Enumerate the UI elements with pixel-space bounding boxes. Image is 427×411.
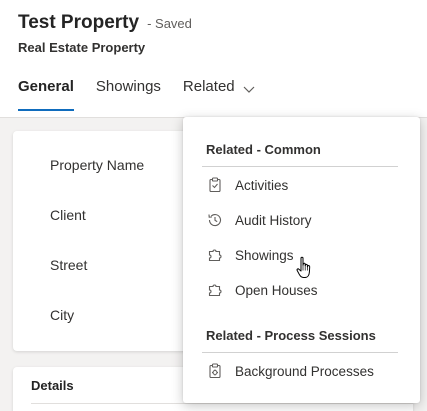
menu-divider: [202, 352, 398, 353]
menu-item-label: Open Houses: [235, 282, 318, 298]
tab-showings-label: Showings: [95, 78, 161, 95]
tab-showings[interactable]: Showings: [96, 78, 161, 111]
tab-general[interactable]: General: [18, 78, 74, 111]
tab-general-label: General: [18, 78, 74, 95]
record-title: Test Property: [18, 12, 140, 33]
section-divider: [31, 403, 413, 404]
tab-related[interactable]: Related: [183, 78, 257, 111]
tab-related-label: Related: [182, 78, 235, 95]
menu-item-audit-history[interactable]: Audit History: [202, 205, 398, 235]
history-icon: [206, 211, 224, 229]
entity-name: Real Estate Property: [18, 40, 146, 55]
details-section-title: Details: [31, 378, 74, 393]
hand-pointer-icon: [296, 256, 311, 278]
menu-group-header-process-sessions: Related - Process Sessions: [206, 328, 376, 343]
menu-item-label: Audit History: [235, 212, 312, 228]
save-status: - Saved: [147, 16, 192, 31]
clipboard-icon: [206, 176, 224, 194]
menu-item-label: Activities: [235, 177, 289, 193]
field-label-property-name: Property Name: [50, 157, 145, 173]
form-header: Test Property - Saved Real Estate Proper…: [0, 0, 427, 118]
puzzle-icon: [206, 246, 224, 264]
menu-item-label: Background Processes: [235, 363, 374, 379]
field-label-street: Street: [50, 257, 88, 273]
menu-item-background-processes[interactable]: Background Processes: [202, 356, 398, 386]
menu-group-header-common: Related - Common: [206, 142, 321, 157]
gear-doc-icon: [206, 362, 224, 380]
puzzle-icon: [206, 281, 224, 299]
field-label-city: City: [50, 307, 75, 323]
tab-list: General Showings Related: [18, 78, 279, 111]
menu-divider: [202, 166, 398, 167]
chevron-down-icon: [243, 86, 255, 93]
title-row: Test Property - Saved: [18, 12, 192, 34]
menu-item-activities[interactable]: Activities: [202, 170, 398, 200]
field-label-client: Client: [50, 207, 86, 223]
menu-item-label: Showings: [235, 247, 294, 263]
